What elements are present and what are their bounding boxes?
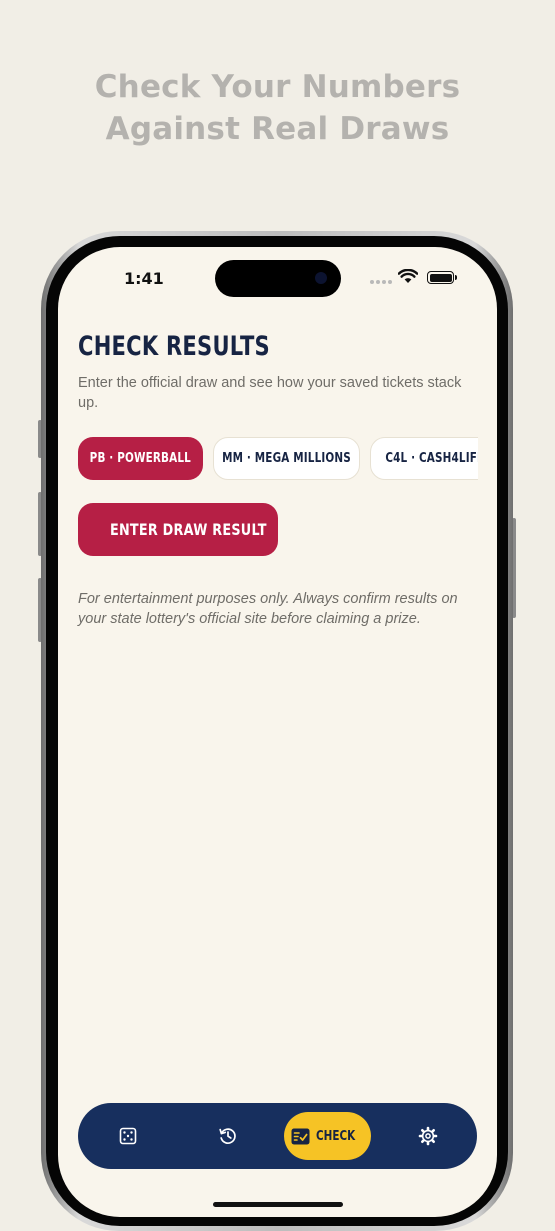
dice-icon [119, 1127, 137, 1145]
dynamic-island [215, 260, 341, 297]
app-screen: 1:41 CHECK RESULTS Enter the official dr… [58, 247, 497, 1217]
promo-headline: Check Your Numbers Against Real Draws [0, 66, 555, 150]
home-indicator [213, 1202, 343, 1207]
enter-draw-result-button[interactable]: ENTER DRAW RESULT [78, 503, 278, 556]
page-title: CHECK RESULTS [78, 331, 270, 362]
camera-icon [315, 272, 327, 284]
promo-line-2: Against Real Draws [105, 111, 450, 147]
chip-label: PB · POWERBALL [89, 451, 192, 466]
chip-powerball[interactable]: PB · POWERBALL [78, 437, 203, 480]
signal-dots-icon [370, 280, 392, 284]
chip-label: C4L · CASH4LIFE [385, 451, 478, 466]
chip-cash4life[interactable]: C4L · CASH4LIFE [370, 437, 478, 480]
bottom-tab-bar: CHECK [78, 1103, 477, 1169]
promo-line-1: Check Your Numbers [94, 69, 461, 105]
status-time: 1:41 [124, 269, 164, 288]
disclaimer-text: For entertainment purposes only. Always … [78, 591, 458, 627]
tab-check-label: CHECK [315, 1128, 355, 1144]
tab-generate[interactable] [108, 1103, 148, 1169]
check-list-icon [291, 1128, 310, 1144]
wifi-icon [398, 269, 418, 283]
gear-icon [418, 1126, 438, 1146]
battery-icon [427, 271, 457, 284]
game-selector: PB · POWERBALL MM · MEGA MILLIONS C4L · … [78, 437, 478, 481]
tab-history[interactable] [208, 1103, 248, 1169]
page-subtitle: Enter the official draw and see how your… [78, 375, 462, 411]
history-icon [219, 1128, 236, 1144]
chip-mega-millions[interactable]: MM · MEGA MILLIONS [213, 437, 360, 480]
chip-label: MM · MEGA MILLIONS [222, 451, 351, 466]
tab-settings[interactable] [408, 1103, 448, 1169]
tab-check[interactable]: CHECK [284, 1112, 371, 1160]
enter-draw-result-label: ENTER DRAW RESULT [110, 520, 267, 539]
